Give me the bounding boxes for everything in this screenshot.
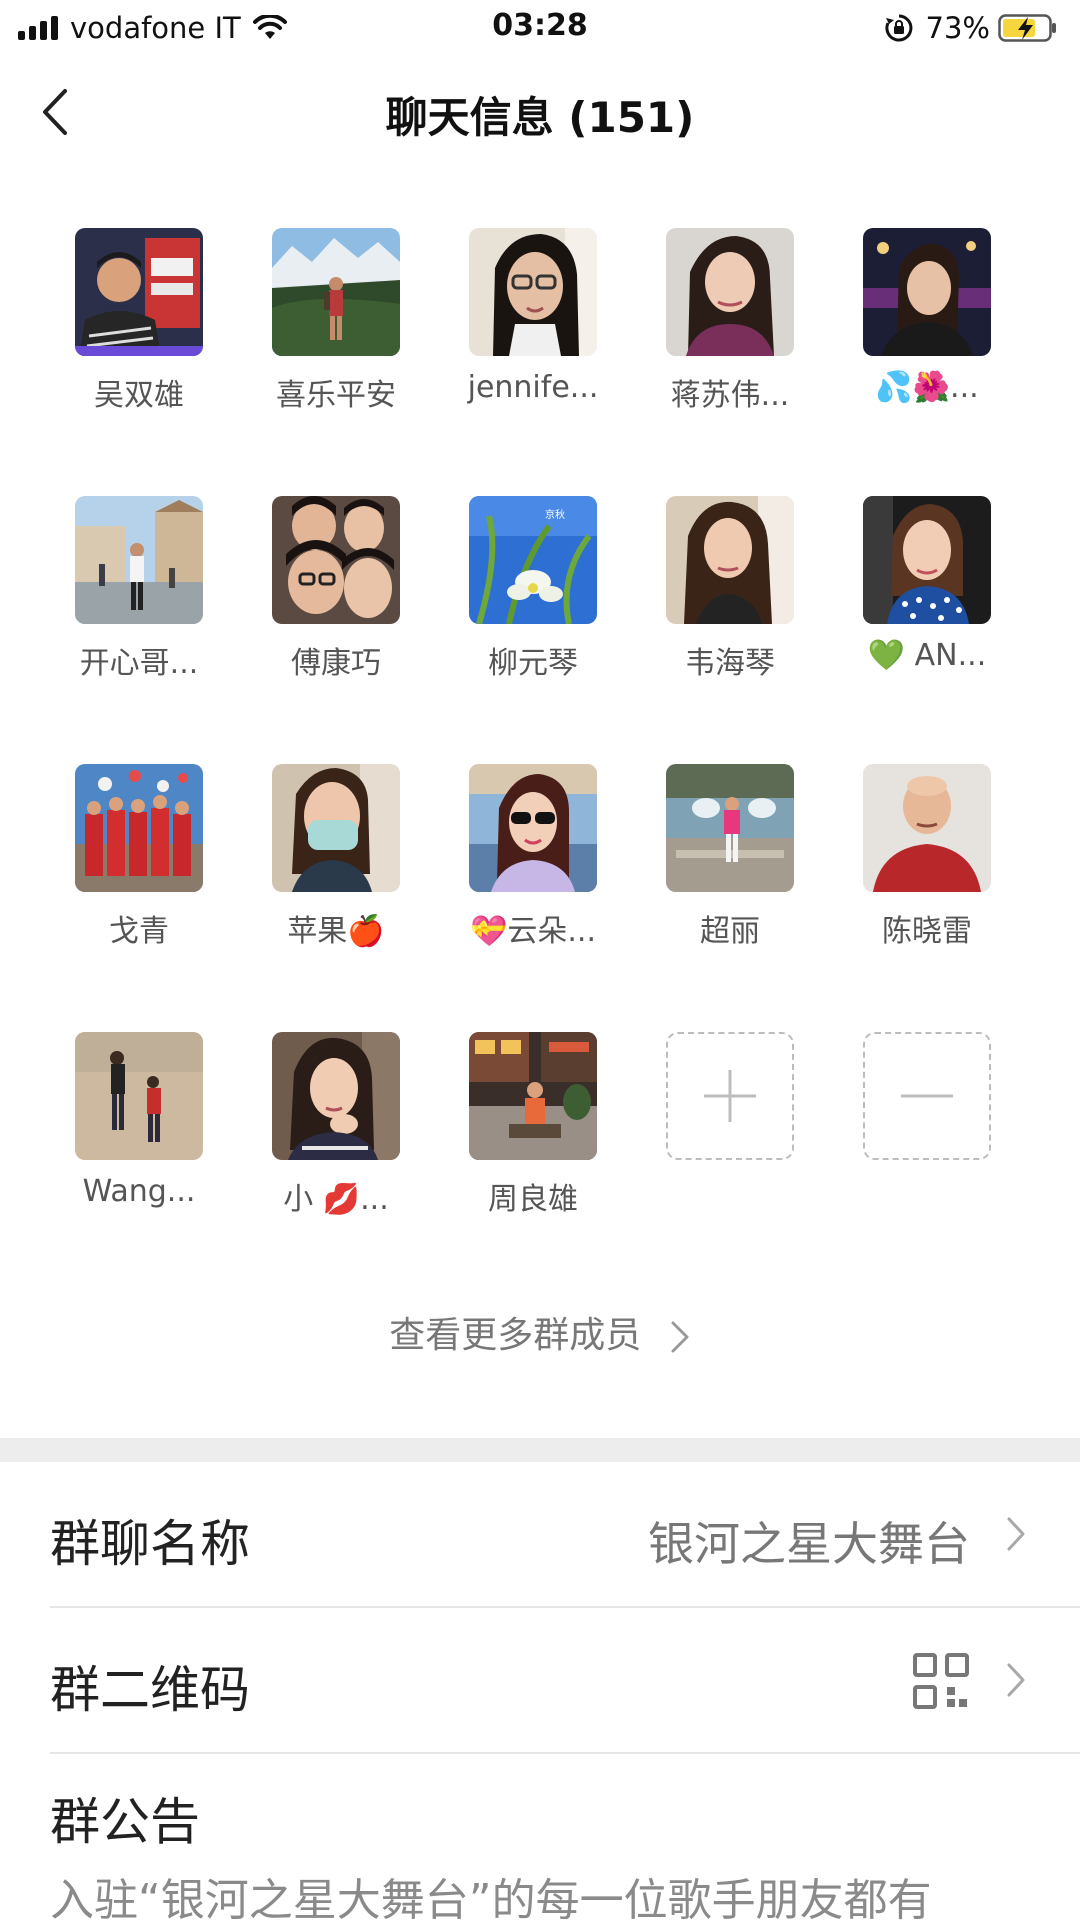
chevron-right-icon	[1007, 1517, 1025, 1551]
group-name-label: 群聊名称	[50, 1515, 250, 1573]
remove-member-item[interactable]	[837, 1032, 1017, 1160]
status-bar: vodafone IT 03:28 73%	[0, 0, 1080, 56]
member-name: 周良雄	[488, 1182, 578, 1217]
member-avatar[interactable]	[863, 496, 991, 624]
group-notice-label: 群公告	[50, 1793, 200, 1851]
member-item[interactable]: 超丽	[640, 764, 820, 950]
member-avatar[interactable]	[272, 228, 400, 356]
status-right: 73%	[884, 10, 1058, 46]
member-avatar[interactable]	[75, 496, 203, 624]
member-avatar[interactable]	[469, 1032, 597, 1160]
member-name: 💦🌺...	[875, 370, 979, 405]
member-name: 喜乐平安	[276, 378, 396, 413]
plus-icon	[704, 1070, 756, 1122]
member-item[interactable]: 京秋 柳元琴	[443, 496, 623, 682]
member-avatar[interactable]	[75, 764, 203, 892]
page-title: 聊天信息 (151)	[385, 93, 695, 142]
more-members-link[interactable]: 查看更多群成员	[0, 1306, 1080, 1358]
member-avatar[interactable]	[666, 764, 794, 892]
member-item[interactable]: jennife...	[443, 228, 623, 405]
rotation-lock-icon	[884, 14, 912, 42]
group-qr-row[interactable]: 群二维码	[0, 1608, 1080, 1754]
member-name: 开心哥...	[79, 646, 199, 681]
member-avatar[interactable]	[863, 764, 991, 892]
member-avatar[interactable]	[272, 496, 400, 624]
add-member-item[interactable]	[640, 1032, 820, 1160]
section-divider	[0, 1438, 1080, 1462]
member-name: Wang...	[82, 1174, 196, 1209]
member-avatar[interactable]: 京秋	[469, 496, 597, 624]
member-avatar[interactable]	[75, 228, 203, 356]
member-avatar[interactable]	[666, 496, 794, 624]
member-item[interactable]: 蒋苏伟...	[640, 228, 820, 414]
member-item[interactable]: 周良雄	[443, 1032, 623, 1218]
member-name: 💝云朵...	[470, 914, 596, 949]
chat-info-screen: vodafone IT 03:28 73% 聊天信息 (151) 吴双雄 喜乐平…	[0, 0, 1080, 1920]
group-name-value: 银河之星大舞台	[648, 1517, 970, 1571]
add-member-button[interactable]	[666, 1032, 794, 1160]
member-item[interactable]: 小 💋...	[246, 1032, 426, 1218]
member-avatar[interactable]	[863, 228, 991, 356]
member-item[interactable]: 喜乐平安	[246, 228, 426, 414]
remove-member-button[interactable]	[863, 1032, 991, 1160]
group-qr-label: 群二维码	[50, 1661, 250, 1719]
member-item[interactable]: 傅康巧	[246, 496, 426, 682]
member-name: 蒋苏伟...	[670, 378, 790, 413]
member-item[interactable]: 陈晓雷	[837, 764, 1017, 950]
member-avatar[interactable]	[272, 764, 400, 892]
member-item[interactable]: 💝云朵...	[443, 764, 623, 950]
member-avatar[interactable]	[469, 764, 597, 892]
member-name: 戈青	[109, 914, 169, 949]
member-name: 陈晓雷	[882, 914, 972, 949]
member-name: 韦海琴	[685, 646, 775, 681]
member-name: 小 💋...	[283, 1182, 389, 1217]
chevron-right-icon	[1007, 1663, 1025, 1697]
member-item[interactable]: Wang...	[49, 1032, 229, 1209]
qr-code-icon	[913, 1653, 969, 1709]
member-name: 傅康巧	[291, 646, 381, 681]
minus-icon	[901, 1094, 953, 1098]
battery-charging-icon	[998, 14, 1056, 42]
member-item[interactable]: 开心哥...	[49, 496, 229, 682]
row-divider	[50, 1752, 1080, 1754]
member-item[interactable]: 吴双雄	[49, 228, 229, 414]
battery-percent: 73%	[925, 11, 990, 45]
chevron-right-icon	[671, 1321, 689, 1353]
group-notice-text: 入驻“银河之星大舞台”的每一位歌手朋友都有	[50, 1875, 932, 1920]
member-avatar[interactable]	[75, 1032, 203, 1160]
member-name: 吴双雄	[94, 378, 184, 413]
group-name-row[interactable]: 群聊名称 银河之星大舞台	[0, 1462, 1080, 1608]
nav-bar: 聊天信息 (151)	[0, 56, 1080, 166]
member-item[interactable]: 戈青	[49, 764, 229, 950]
member-item[interactable]: 苹果🍎	[246, 764, 426, 950]
member-name: 苹果🍎	[287, 914, 385, 949]
member-avatar[interactable]	[666, 228, 794, 356]
member-avatar[interactable]	[272, 1032, 400, 1160]
member-name: jennife...	[467, 370, 599, 405]
member-grid: 吴双雄 喜乐平安 jennife... 蒋苏伟... 💦🌺... 开心哥... …	[0, 228, 1080, 1228]
svg-text:京秋: 京秋	[545, 508, 565, 521]
member-item[interactable]: 💚 AN...	[837, 496, 1017, 673]
member-name: 超丽	[700, 914, 760, 949]
member-name: 柳元琴	[488, 646, 578, 681]
member-item[interactable]: 💦🌺...	[837, 228, 1017, 405]
member-name: 💚 AN...	[867, 638, 987, 673]
member-item[interactable]: 韦海琴	[640, 496, 820, 682]
more-members-label: 查看更多群成员	[389, 1315, 642, 1356]
member-avatar[interactable]	[469, 228, 597, 356]
